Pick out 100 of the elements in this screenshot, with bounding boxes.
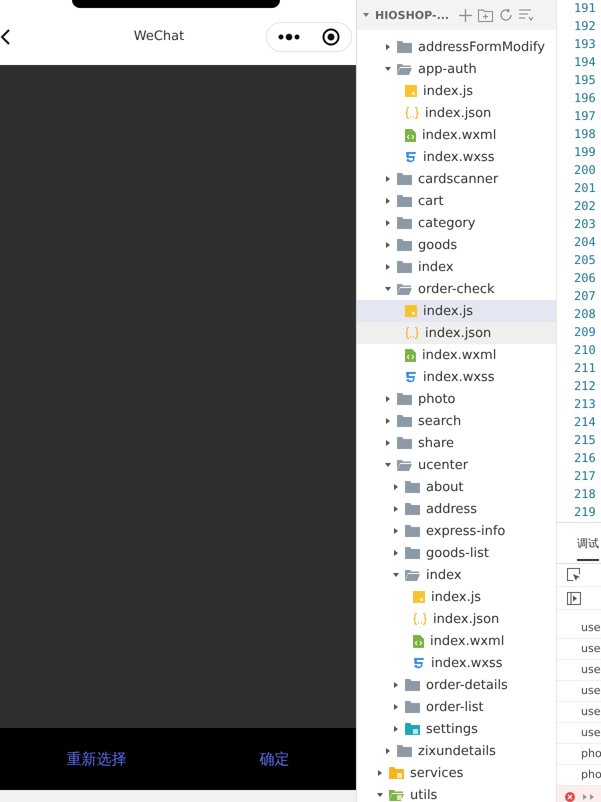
inspect-icon[interactable] — [567, 568, 581, 582]
caret-right-icon[interactable] — [385, 396, 391, 402]
folder-icon — [397, 239, 412, 251]
log-entry: use — [557, 618, 601, 639]
line-number: 213 — [573, 396, 597, 413]
folder-item[interactable]: order-list — [357, 696, 556, 718]
collapse-icon[interactable] — [519, 8, 534, 22]
play-panel-icon[interactable] — [567, 592, 581, 604]
folder-icon — [405, 701, 420, 713]
file-item[interactable]: index.js — [357, 586, 556, 608]
caret-right-icon[interactable] — [385, 198, 391, 204]
file-item[interactable]: index.js — [357, 80, 556, 102]
log-entry: pho — [557, 744, 601, 765]
folder-icon — [405, 723, 420, 735]
folder-item[interactable]: utils — [357, 784, 556, 802]
caret-down-icon[interactable] — [385, 462, 391, 468]
action-button[interactable]: 确定 — [252, 746, 298, 772]
folder-item[interactable]: app-auth — [357, 58, 556, 80]
line-number: 209 — [573, 324, 597, 341]
js-file-icon — [413, 591, 425, 603]
folder-icon — [405, 569, 420, 581]
caret-right-icon[interactable] — [385, 748, 391, 754]
line-number: 204 — [573, 234, 597, 251]
folder-item[interactable]: cardscanner — [357, 168, 556, 190]
folder-icon — [397, 415, 412, 427]
caret-right-icon[interactable] — [377, 770, 383, 776]
folder-item[interactable]: search — [357, 410, 556, 432]
folder-item[interactable]: services — [357, 762, 556, 784]
debugger-tab[interactable]: 调试 — [577, 526, 599, 560]
action-button[interactable]: 重新选择 — [58, 746, 134, 772]
file-item[interactable]: index.wxml — [357, 344, 556, 366]
caret-right-icon[interactable] — [393, 484, 399, 490]
folder-item[interactable]: ucenter — [357, 454, 556, 476]
folder-item[interactable]: addressFormModify — [357, 36, 556, 58]
caret-right-icon[interactable] — [393, 682, 399, 688]
file-item[interactable]: index.wxml — [357, 124, 556, 146]
caret-right-icon[interactable] — [393, 704, 399, 710]
folder-item[interactable]: goods-list — [357, 542, 556, 564]
folder-item[interactable]: express-info — [357, 520, 556, 542]
line-number: 206 — [573, 270, 597, 287]
folder-item[interactable]: index — [357, 256, 556, 278]
file-item[interactable]: index.wxss — [357, 146, 556, 168]
folder-item[interactable]: goods — [357, 234, 556, 256]
caret-right-icon[interactable] — [385, 440, 391, 446]
file-item[interactable]: index.wxml — [357, 630, 556, 652]
caret-right-icon[interactable] — [385, 220, 391, 226]
caret-down-icon[interactable] — [393, 572, 399, 578]
file-item[interactable]: index.json — [357, 102, 556, 124]
caret-down-icon[interactable] — [377, 792, 383, 798]
folder-icon — [397, 217, 412, 229]
caret-down-icon[interactable] — [385, 66, 391, 72]
line-number: 208 — [573, 306, 597, 323]
file-item[interactable]: index.json — [357, 322, 556, 344]
folder-item[interactable]: order-check — [357, 278, 556, 300]
folder-item[interactable]: share — [357, 432, 556, 454]
caret-down-icon[interactable] — [385, 286, 391, 292]
folder-icon — [397, 195, 412, 207]
folder-item[interactable]: cart — [357, 190, 556, 212]
line-number: 215 — [573, 432, 597, 449]
css-file-icon — [405, 151, 417, 163]
caret-right-icon[interactable] — [385, 242, 391, 248]
caret-right-icon[interactable] — [393, 550, 399, 556]
line-number: 196 — [573, 90, 597, 107]
line-number: 202 — [573, 198, 597, 215]
caret-right-icon[interactable] — [385, 418, 391, 424]
log-entry: use — [557, 660, 601, 681]
folder-item[interactable]: about — [357, 476, 556, 498]
capsule-menu[interactable] — [266, 22, 352, 52]
line-number: 200 — [573, 162, 597, 179]
folder-item[interactable]: settings — [357, 718, 556, 740]
refresh-icon[interactable] — [499, 8, 514, 22]
caret-right-icon[interactable] — [393, 506, 399, 512]
back-icon[interactable] — [0, 28, 12, 46]
close-target-icon[interactable] — [322, 28, 340, 46]
folder-item[interactable]: index — [357, 564, 556, 586]
file-item[interactable]: index.wxss — [357, 366, 556, 388]
folder-item[interactable]: zixundetails — [357, 740, 556, 762]
caret-right-icon[interactable] — [393, 528, 399, 534]
new-folder-icon[interactable] — [478, 8, 494, 22]
line-number: 214 — [573, 414, 597, 431]
folder-item[interactable]: category — [357, 212, 556, 234]
log-entry: use — [557, 681, 601, 702]
folder-item[interactable]: address — [357, 498, 556, 520]
caret-down-icon[interactable] — [363, 12, 369, 18]
file-item[interactable]: index.json — [357, 608, 556, 630]
caret-right-icon[interactable] — [385, 264, 391, 270]
braces-icon — [405, 327, 419, 339]
more-icon[interactable] — [278, 32, 300, 40]
folder-icon — [405, 481, 420, 493]
folder-item[interactable]: order-details — [357, 674, 556, 696]
caret-right-icon[interactable] — [393, 726, 399, 732]
caret-right-icon[interactable] — [385, 176, 391, 182]
folder-item[interactable]: photo — [357, 388, 556, 410]
add-icon[interactable] — [459, 8, 472, 22]
caret-right-icon[interactable] — [385, 44, 391, 50]
file-item[interactable]: index.js — [357, 300, 556, 322]
line-number: 210 — [573, 342, 597, 359]
folder-icon — [397, 393, 412, 405]
line-number: 191 — [573, 0, 597, 17]
file-item[interactable]: index.wxss — [357, 652, 556, 674]
